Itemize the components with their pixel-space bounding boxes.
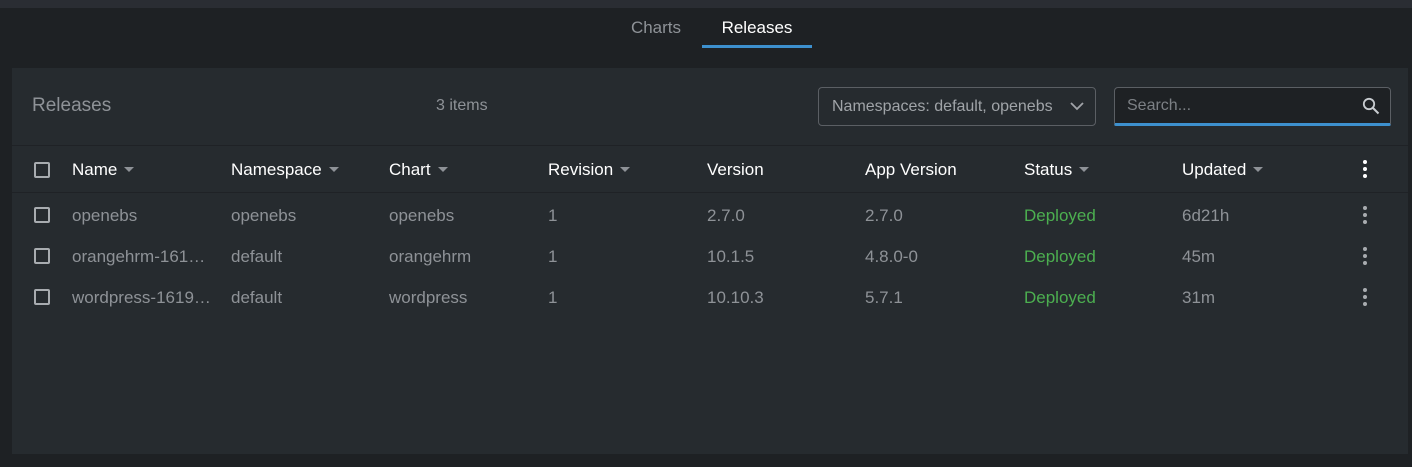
releases-panel: Releases 3 items Namespaces: default, op… xyxy=(12,68,1408,454)
table-row[interactable]: orangehrm-1619123456 default orangehrm 1… xyxy=(12,235,1408,276)
column-header-label: Revision xyxy=(548,160,614,179)
header-bottom-divider xyxy=(12,192,1408,193)
tab-bar: Charts Releases xyxy=(0,8,1412,48)
cell-status: Deployed xyxy=(1024,288,1096,307)
column-header-label: Updated xyxy=(1182,160,1247,179)
cell-chart: openebs xyxy=(389,206,455,225)
sort-caret-icon xyxy=(124,167,135,172)
cell-revision: 1 xyxy=(548,288,558,307)
column-header-label: Name xyxy=(72,160,118,179)
cell-namespace: default xyxy=(231,288,283,307)
column-header-name[interactable]: Name xyxy=(72,160,135,180)
cell-name: wordpress-1619123789 xyxy=(72,288,212,307)
window-top-strip xyxy=(0,0,1412,8)
tab-releases[interactable]: Releases xyxy=(702,8,812,48)
row-menu-icon[interactable] xyxy=(1358,246,1372,266)
cell-app-version: 5.7.1 xyxy=(865,288,903,307)
column-header-version: Version xyxy=(707,160,764,180)
cell-revision: 1 xyxy=(548,206,558,225)
chevron-down-icon xyxy=(1070,102,1084,111)
cell-updated: 31m xyxy=(1182,288,1216,307)
sort-caret-icon xyxy=(620,167,631,172)
cell-updated: 45m xyxy=(1182,247,1216,266)
cell-name: openebs xyxy=(72,206,138,225)
namespace-filter-label: Namespaces: default, openebs xyxy=(832,98,1053,115)
column-header-label: App Version xyxy=(865,160,957,179)
column-header-chart[interactable]: Chart xyxy=(389,160,448,180)
row-checkbox[interactable] xyxy=(34,248,50,264)
row-menu-icon[interactable] xyxy=(1358,287,1372,307)
column-header-app-version: App Version xyxy=(865,160,957,180)
cell-updated: 6d21h xyxy=(1182,206,1230,225)
cell-app-version: 2.7.0 xyxy=(865,206,903,225)
column-header-label: Status xyxy=(1024,160,1073,179)
column-header-label: Namespace xyxy=(231,160,322,179)
tab-releases-label: Releases xyxy=(721,18,793,37)
column-header-revision[interactable]: Revision xyxy=(548,160,631,180)
column-header-status[interactable]: Status xyxy=(1024,160,1090,180)
cell-revision: 1 xyxy=(548,247,558,266)
sort-caret-icon xyxy=(437,167,448,172)
row-checkbox[interactable] xyxy=(34,207,50,223)
namespace-filter-select[interactable]: Namespaces: default, openebs xyxy=(818,87,1096,126)
cell-status: Deployed xyxy=(1024,206,1096,225)
cell-namespace: openebs xyxy=(231,206,297,225)
sort-caret-icon xyxy=(1253,167,1264,172)
sort-caret-icon xyxy=(1079,167,1090,172)
cell-namespace: default xyxy=(231,247,283,266)
tab-charts[interactable]: Charts xyxy=(612,8,700,48)
search-box xyxy=(1114,87,1391,126)
cell-chart: wordpress xyxy=(389,288,468,307)
panel-title: Releases xyxy=(32,95,112,116)
header-top-divider xyxy=(12,145,1408,146)
cell-name: orangehrm-1619123456 xyxy=(72,247,212,266)
row-menu-icon[interactable] xyxy=(1358,205,1372,225)
cell-status: Deployed xyxy=(1024,247,1096,266)
cell-app-version: 4.8.0-0 xyxy=(865,247,918,266)
sort-caret-icon xyxy=(328,167,339,172)
cell-version: 2.7.0 xyxy=(707,206,745,225)
row-checkbox[interactable] xyxy=(34,289,50,305)
column-header-updated[interactable]: Updated xyxy=(1182,160,1264,180)
search-icon[interactable] xyxy=(1362,97,1380,115)
cell-chart: orangehrm xyxy=(389,247,472,266)
column-header-namespace[interactable]: Namespace xyxy=(231,160,339,180)
table-row[interactable]: openebs openebs openebs 1 2.7.0 2.7.0 De… xyxy=(12,194,1408,235)
column-header-label: Chart xyxy=(389,160,431,179)
search-input[interactable] xyxy=(1115,88,1355,124)
cell-version: 10.10.3 xyxy=(707,288,764,307)
select-all-checkbox[interactable] xyxy=(34,162,50,178)
items-count: 3 items xyxy=(436,97,488,114)
active-tab-indicator xyxy=(702,45,812,48)
column-menu-icon[interactable] xyxy=(1358,159,1372,179)
table-row[interactable]: wordpress-1619123789 default wordpress 1… xyxy=(12,276,1408,317)
cell-version: 10.1.5 xyxy=(707,247,755,266)
column-header-label: Version xyxy=(707,160,764,179)
